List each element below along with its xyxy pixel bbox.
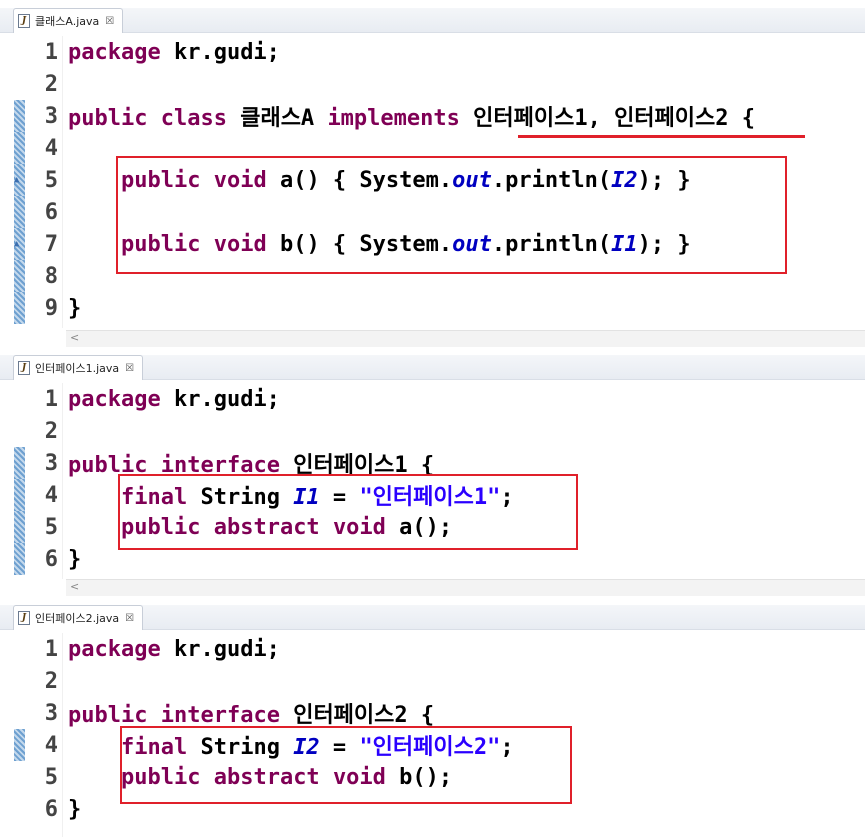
code-token: kr.gudi;: [160, 386, 280, 412]
line-number: 6: [44, 546, 58, 572]
change-marker[interactable]: [14, 196, 25, 228]
line-number: 1: [44, 636, 58, 662]
code-token: }: [68, 796, 82, 822]
code-text: public interface 인터페이스2 {: [68, 697, 434, 729]
editor-tab-bar: J 클래스A.java ☒: [0, 8, 865, 33]
line-number: 2: [44, 668, 58, 694]
line-number: 7: [44, 231, 58, 257]
line-number: 4: [44, 135, 58, 161]
keyword-token: class: [160, 106, 227, 131]
code-text: public class 클래스A implements 인터페이스1, 인터페…: [68, 100, 755, 132]
scroll-left-icon[interactable]: <: [70, 331, 79, 344]
keyword-token: package: [68, 386, 161, 412]
line-number: 3: [44, 450, 58, 476]
code-text: package kr.gudi;: [68, 40, 280, 65]
code-token: }: [68, 546, 82, 572]
java-file-icon: J: [18, 14, 30, 28]
code-token: }: [68, 295, 82, 321]
code-text: }: [68, 547, 81, 572]
tab-interface-1[interactable]: J 인터페이스1.java ☒: [13, 355, 144, 380]
line-number: 2: [44, 71, 58, 97]
editor-tab-bar: J 인터페이스2.java ☒: [0, 605, 865, 630]
close-icon[interactable]: ☒: [125, 363, 134, 374]
line-number: 6: [44, 199, 58, 225]
code-token: 클래스A: [226, 106, 328, 131]
gutter-divider: [62, 36, 63, 328]
change-marker[interactable]: [14, 132, 25, 164]
override-arrow-icon[interactable]: ▲: [14, 239, 19, 249]
tab-class-a[interactable]: J 클래스A.java ☒: [13, 8, 124, 33]
tab-interface-2[interactable]: J 인터페이스2.java ☒: [13, 605, 144, 630]
change-marker[interactable]: [14, 100, 25, 132]
gutter-divider: [62, 383, 63, 579]
change-marker[interactable]: [14, 511, 25, 543]
tab-label: 인터페이스1.java: [35, 362, 120, 375]
change-marker[interactable]: [14, 543, 25, 575]
close-icon[interactable]: ☒: [125, 613, 134, 624]
keyword-token: package: [68, 39, 161, 65]
change-marker[interactable]: [14, 729, 25, 761]
close-icon[interactable]: ☒: [105, 16, 114, 27]
line-number: 5: [44, 764, 58, 790]
line-number: 2: [44, 418, 58, 444]
change-marker[interactable]: [14, 260, 25, 292]
line-number: 5: [44, 514, 58, 540]
java-file-icon: J: [18, 611, 30, 625]
underline-implements: [518, 135, 805, 138]
editor-interface-1: J 인터페이스1.java ☒ 1 package kr.gudi; 2 3 publi…: [0, 355, 865, 600]
line-number: 1: [44, 386, 58, 412]
code-token: kr.gudi;: [160, 636, 280, 662]
change-marker[interactable]: [14, 479, 25, 511]
line-number: 5: [44, 167, 58, 193]
line-number: 1: [44, 39, 58, 65]
code-text: }: [68, 296, 81, 321]
keyword-token: package: [68, 636, 161, 662]
highlight-box-fields: [118, 474, 578, 550]
code-token: 인터페이스1, 인터페이스2 {: [459, 106, 756, 131]
code-text: package kr.gudi;: [68, 387, 280, 412]
highlight-box-fields: [120, 726, 572, 804]
line-number: 4: [44, 482, 58, 508]
code-text: package kr.gudi;: [68, 637, 280, 662]
change-marker[interactable]: [14, 447, 25, 479]
code-token: 인터페이스2 {: [279, 703, 435, 728]
editor-class-a: J 클래스A.java ☒ 1 package kr.gudi; 2 3 public …: [0, 8, 865, 350]
keyword-token: implements: [327, 106, 460, 131]
override-arrow-icon[interactable]: ▲: [14, 175, 19, 185]
horizontal-scrollbar[interactable]: <: [66, 579, 865, 596]
editor-tab-bar: J 인터페이스1.java ☒: [0, 355, 865, 380]
tab-label: 인터페이스2.java: [35, 612, 120, 625]
change-marker[interactable]: [14, 292, 25, 324]
code-text: }: [68, 797, 81, 822]
tab-label: 클래스A.java: [35, 15, 100, 28]
highlight-box-methods: [116, 156, 787, 274]
line-number: 8: [44, 263, 58, 289]
line-number: 3: [44, 700, 58, 726]
gutter-divider: [62, 633, 63, 837]
editor-interface-2: J 인터페이스2.java ☒ 1 package kr.gudi; 2 3 publi…: [0, 605, 865, 837]
line-number: 6: [44, 796, 58, 822]
line-number: 4: [44, 732, 58, 758]
keyword-token: public: [68, 106, 148, 131]
scroll-left-icon[interactable]: <: [70, 580, 79, 593]
code-token: kr.gudi;: [160, 39, 280, 65]
keyword-token: interface: [160, 703, 280, 728]
keyword-token: public: [68, 703, 148, 728]
line-number: 3: [44, 103, 58, 129]
java-file-icon: J: [18, 361, 30, 375]
line-number: 9: [44, 295, 58, 321]
horizontal-scrollbar[interactable]: <: [66, 330, 865, 347]
